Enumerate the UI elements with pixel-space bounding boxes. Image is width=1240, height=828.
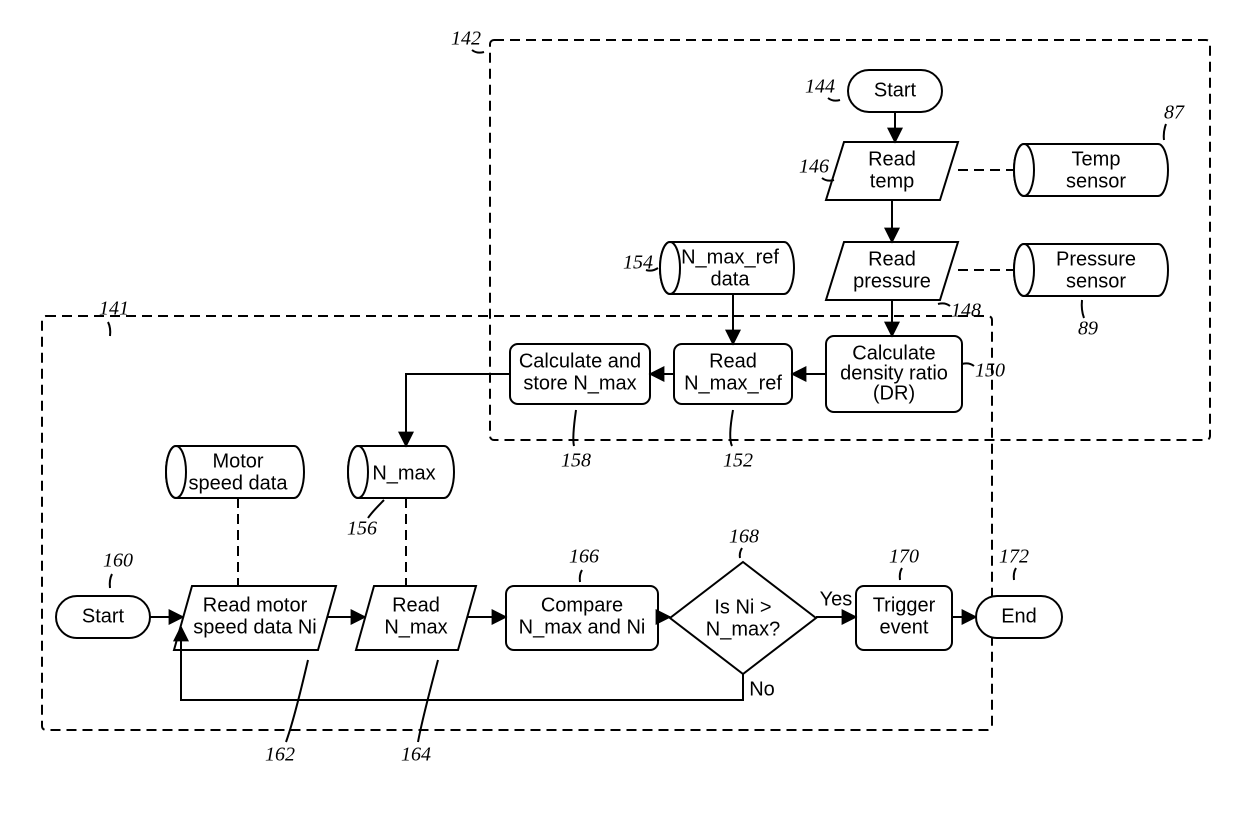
svg-text:sensor: sensor [1066, 270, 1126, 292]
svg-text:speed data: speed data [189, 472, 289, 494]
end: End [976, 596, 1062, 638]
motor-speed-data: Motor speed data [166, 446, 304, 498]
svg-text:150: 150 [975, 360, 1005, 382]
temp-sensor: Temp sensor [1014, 144, 1168, 196]
calc-store-nmax: Calculate and store N_max [510, 344, 650, 404]
calc-dr: Calculate density ratio (DR) [826, 336, 962, 412]
svg-text:N_max_ref: N_max_ref [681, 246, 779, 268]
svg-text:data: data [711, 268, 751, 290]
svg-text:160: 160 [103, 550, 133, 572]
svg-text:Read: Read [392, 594, 440, 616]
svg-text:Read: Read [868, 248, 916, 270]
svg-text:event: event [880, 616, 929, 638]
svg-text:N_max: N_max [384, 616, 447, 638]
read-nmax: Read N_max [356, 586, 476, 650]
trigger-event: Trigger event [856, 586, 952, 650]
start-141: Start [56, 596, 150, 638]
svg-text:156: 156 [347, 518, 377, 540]
read-temp: Read temp [826, 142, 958, 200]
svg-text:Start: Start [82, 605, 125, 627]
edge-no: No [749, 678, 775, 700]
svg-text:Compare: Compare [541, 594, 623, 616]
svg-text:density ratio: density ratio [840, 362, 948, 384]
svg-text:166: 166 [569, 546, 599, 568]
svg-text:Read: Read [709, 350, 757, 372]
decision-ni-gt-nmax: Is Ni > N_max? [670, 562, 816, 674]
svg-text:Read: Read [868, 148, 916, 170]
svg-text:pressure: pressure [853, 270, 931, 292]
svg-text:Read motor: Read motor [203, 594, 308, 616]
svg-text:(DR): (DR) [873, 382, 915, 404]
read-motor-speed: Read motor speed data Ni [174, 586, 336, 650]
svg-text:store N_max: store N_max [523, 372, 636, 394]
svg-text:152: 152 [723, 450, 753, 472]
compare: Compare N_max and Ni [506, 586, 658, 650]
nmax-store: N_max [348, 446, 454, 498]
svg-text:172: 172 [999, 546, 1029, 568]
start-142: Start [848, 70, 942, 112]
svg-text:142: 142 [451, 28, 481, 50]
nmax-ref-data: N_max_ref data [660, 242, 794, 294]
svg-text:N_max: N_max [372, 462, 435, 484]
read-pressure: Read pressure [826, 242, 958, 300]
svg-text:158: 158 [561, 450, 591, 472]
svg-text:141: 141 [99, 298, 129, 320]
svg-text:144: 144 [805, 76, 835, 98]
svg-text:170: 170 [889, 546, 919, 568]
svg-text:Is Ni >: Is Ni > [714, 596, 771, 618]
svg-text:End: End [1001, 605, 1037, 627]
start-142-label: Start [874, 79, 917, 101]
svg-text:Calculate and: Calculate and [519, 350, 641, 372]
svg-text:N_max?: N_max? [706, 618, 780, 640]
svg-text:Temp: Temp [1072, 148, 1121, 170]
svg-text:Motor: Motor [212, 450, 263, 472]
svg-text:Pressure: Pressure [1056, 248, 1136, 270]
svg-text:89: 89 [1078, 318, 1098, 340]
svg-text:162: 162 [265, 744, 295, 766]
svg-text:N_max_ref: N_max_ref [684, 372, 782, 394]
svg-text:Calculate: Calculate [852, 342, 935, 364]
edge-yes: Yes [820, 588, 853, 610]
svg-text:speed data Ni: speed data Ni [193, 616, 316, 638]
svg-text:87: 87 [1164, 102, 1185, 124]
read-nmax-ref: Read N_max_ref [674, 344, 792, 404]
pressure-sensor: Pressure sensor [1014, 244, 1168, 296]
svg-text:164: 164 [401, 744, 431, 766]
svg-text:sensor: sensor [1066, 170, 1126, 192]
svg-text:146: 146 [799, 156, 829, 178]
svg-text:Trigger: Trigger [873, 594, 936, 616]
svg-text:temp: temp [870, 170, 914, 192]
flowchart: Start Read temp Temp sensor Read pressur… [0, 0, 1240, 828]
svg-text:148: 148 [951, 300, 981, 322]
svg-text:168: 168 [729, 526, 759, 548]
svg-text:N_max and Ni: N_max and Ni [519, 616, 646, 638]
